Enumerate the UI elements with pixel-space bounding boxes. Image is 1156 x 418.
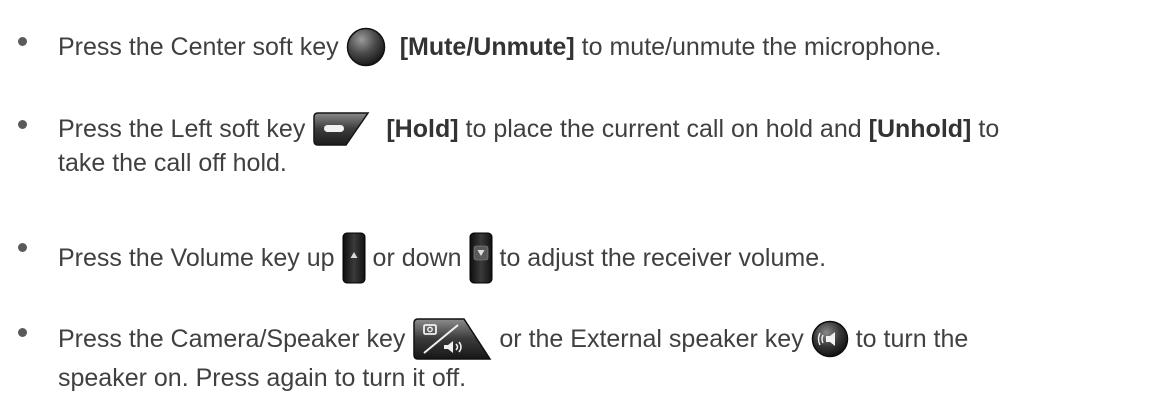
center-soft-key-icon — [346, 27, 386, 67]
line: Press the Center soft key [Mute/Unmute] — [58, 27, 942, 67]
item-text: or down — [372, 244, 462, 272]
volume-up-key-icon — [342, 232, 366, 284]
item-text: Press the Volume key up — [58, 244, 335, 272]
line: take the call off hold. — [58, 148, 287, 178]
left-soft-key-icon — [312, 109, 372, 149]
volume-down-key-icon — [469, 232, 493, 284]
item-text: Press the Center soft key — [58, 33, 339, 61]
item-text: to mute/unmute the microphone. — [581, 33, 942, 61]
bold-text: [Mute/Unmute] — [399, 33, 575, 61]
item-text: or the External speaker key — [499, 325, 804, 353]
bold-text: [Unhold] — [868, 115, 972, 143]
bullet — [18, 37, 27, 46]
line: Press the Left soft key [Hold] to place … — [58, 109, 999, 149]
item-text: speaker on. Press again to turn it off. — [58, 364, 467, 392]
item-text: take the call off hold. — [58, 149, 287, 177]
line: speaker on. Press again to turn it off. — [58, 363, 466, 393]
instruction-list: Press the Center soft key [Mute/Unmute] — [0, 0, 1156, 418]
item-text: to turn the — [855, 325, 969, 353]
item-text: to adjust the receiver volume. — [499, 244, 827, 272]
bullet — [18, 243, 27, 252]
item-text: Press the Camera/Speaker key — [58, 325, 406, 353]
external-speaker-key-icon — [811, 320, 849, 358]
line: Press the Camera/Speaker key or the Exte… — [58, 317, 968, 361]
bold-text: [Hold] — [386, 115, 459, 143]
item-text: to — [978, 115, 1000, 143]
camera-speaker-key-icon — [412, 317, 492, 361]
item-text: to place the current call on hold and — [465, 115, 862, 143]
bullet — [18, 120, 27, 129]
line: Press the Volume key up or down to adjus… — [58, 232, 826, 284]
bullet — [18, 328, 27, 337]
item-text: Press the Left soft key — [58, 115, 306, 143]
